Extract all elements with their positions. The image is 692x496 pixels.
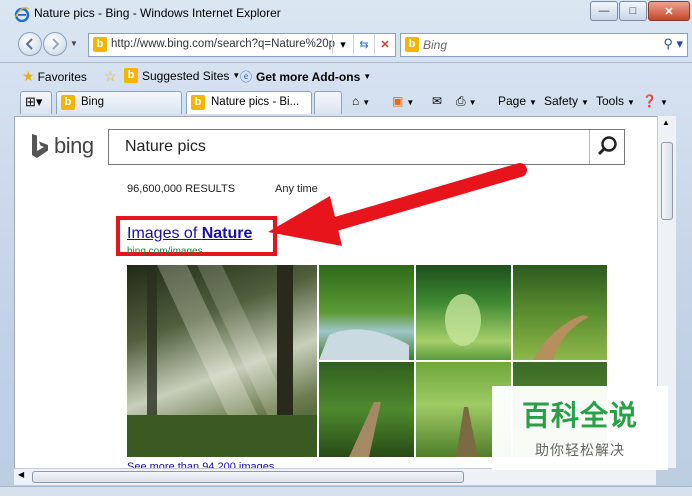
addons-icon: ⓔ (240, 70, 253, 84)
quick-tabs-icon: ⊞▾ (25, 94, 43, 109)
park-path-drawing (533, 315, 589, 360)
address-bar[interactable]: b http://www.bing.com/search?q=Nature%20… (88, 33, 396, 57)
bing-search-input[interactable]: Nature pics (108, 129, 625, 165)
image-boardwalk[interactable] (319, 362, 414, 457)
address-actions: ▾ ⇆ ✕ (332, 34, 395, 54)
quick-tabs-button[interactable]: ⊞▾ (20, 91, 52, 114)
image-green-tunnel[interactable] (416, 265, 511, 360)
home-button[interactable]: ⌂ ▼ (352, 94, 370, 108)
tools-menu[interactable]: Tools ▼ (596, 94, 635, 108)
tab-bar: ⊞▾ b Bing b Nature pics - Bi... ⌂ ▼ ▣ ▼ ✉ … (0, 88, 692, 114)
refresh-icon[interactable]: ⇆ (353, 34, 374, 54)
favorites-star-icon: ★ (22, 68, 35, 84)
stop-icon[interactable]: ✕ (374, 34, 395, 54)
maximize-button[interactable]: □ (619, 1, 647, 21)
tab-nature-pics[interactable]: b Nature pics - Bi... (186, 91, 312, 114)
printer-icon: ⎙ (456, 94, 466, 108)
bing-logo-text: bing (54, 133, 94, 158)
rss-icon: ▣ (392, 94, 404, 108)
suggested-sites-button[interactable]: b Suggested Sites ▼ (124, 68, 240, 83)
internet-explorer-icon (14, 7, 30, 22)
bing-favicon-icon: b (93, 37, 107, 52)
chevron-down-icon: ▼ (363, 72, 372, 81)
close-button[interactable]: ✕ (648, 1, 690, 21)
window-title: Nature pics - Bing - Windows Internet Ex… (34, 6, 281, 20)
link-bold: Nature (201, 225, 253, 242)
favorites-button[interactable]: ★ Favorites (22, 68, 87, 85)
source-url: bing.com/images (127, 246, 203, 257)
print-button[interactable]: ⎙ ▼ (456, 94, 477, 109)
page-menu-label: Page (498, 94, 527, 108)
watermark-title: 百科全说 (521, 400, 638, 431)
tab-label: Nature pics - Bi... (211, 96, 300, 108)
page-menu[interactable]: Page ▼ (498, 94, 537, 108)
home-icon: ⌂ (352, 94, 360, 108)
forward-button[interactable] (43, 32, 67, 56)
add-favorite-button[interactable]: ☆ (104, 68, 120, 85)
search-query[interactable]: Nature pics (125, 138, 206, 156)
get-addons-button[interactable]: ⓔ Get more Add-ons ▼ (240, 68, 371, 85)
tab-bing[interactable]: b Bing (56, 91, 182, 114)
bing-tab-icon: b (61, 95, 75, 110)
get-addons-label: Get more Add-ons (256, 69, 361, 84)
mail-icon: ✉ (432, 94, 443, 108)
bing-logo[interactable]: bing (31, 133, 94, 159)
favorites-bar: ★ Favorites ☆ b Suggested Sites ▼ ⓔ Get … (0, 62, 692, 87)
green-tunnel-drawing (445, 294, 481, 346)
new-tab-button[interactable] (314, 91, 342, 114)
address-text[interactable]: http://www.bing.com/search?q=Nature%20p (111, 38, 335, 50)
favorites-label: Favorites (37, 69, 87, 84)
image-park-path[interactable] (513, 265, 607, 360)
horizontal-scrollbar[interactable]: ◀ (14, 468, 656, 485)
image-forest-stream[interactable] (319, 265, 414, 360)
minimize-button[interactable]: — (590, 1, 618, 21)
tab-label: Bing (81, 96, 105, 108)
image-forest-sunbeams[interactable] (127, 265, 317, 457)
bing-search-provider-icon: b (405, 37, 419, 52)
any-time-filter[interactable]: Any time (275, 183, 318, 195)
search-placeholder[interactable]: Bing (423, 38, 447, 52)
history-dropdown-icon[interactable]: ▼ (70, 39, 78, 48)
forward-arrow-icon (52, 38, 60, 50)
scroll-up-icon[interactable]: ▲ (662, 118, 670, 127)
feeds-button[interactable]: ▣ ▼ (392, 94, 414, 108)
images-of-nature-link[interactable]: Images of Nature (127, 225, 252, 243)
safety-menu-label: Safety (544, 94, 579, 108)
title-bar: Nature pics - Bing - Windows Internet Ex… (0, 0, 692, 28)
watermark: 百科全说 助你轻松解决 (492, 386, 668, 470)
scroll-left-icon[interactable]: ◀ (18, 470, 24, 479)
magnifier-icon (597, 136, 617, 156)
navigation-bar: ▼ b http://www.bing.com/search?q=Nature%… (0, 30, 692, 58)
back-arrow-icon (25, 38, 33, 50)
results-count: 96,600,000 RESULTS (127, 183, 236, 195)
safety-menu[interactable]: Safety ▼ (544, 94, 589, 108)
watermark-subtitle: 助你轻松解决 (535, 442, 625, 458)
search-box[interactable]: b Bing ⚲ ▾ (400, 33, 688, 57)
help-icon: ❓ (642, 94, 657, 108)
boardwalk-drawing (349, 402, 381, 457)
forest-stream-drawing (319, 329, 409, 360)
back-button[interactable] (18, 32, 42, 56)
mail-button[interactable]: ✉ (432, 94, 442, 108)
address-dropdown-icon[interactable]: ▾ (332, 34, 353, 54)
search-icon[interactable]: ⚲ ▾ (663, 36, 683, 52)
search-submit-button[interactable] (589, 130, 624, 164)
link-prefix: Images of (127, 225, 202, 242)
add-favorite-icon: ☆ (104, 68, 117, 84)
vertical-scroll-thumb[interactable] (661, 142, 673, 220)
horizontal-scroll-thumb[interactable] (32, 471, 464, 483)
suggested-sites-icon: b (124, 68, 138, 83)
ie-window: Nature pics - Bing - Windows Internet Ex… (0, 0, 692, 496)
suggested-sites-label: Suggested Sites (142, 68, 230, 83)
tools-menu-label: Tools (596, 94, 625, 108)
help-button[interactable]: ❓ ▼ (642, 94, 668, 108)
window-controls: — □ ✕ (589, 1, 690, 21)
bing-tab-icon: b (191, 95, 205, 110)
forest-sunbeams-drawing (127, 265, 317, 457)
bing-logo-icon (32, 134, 48, 158)
